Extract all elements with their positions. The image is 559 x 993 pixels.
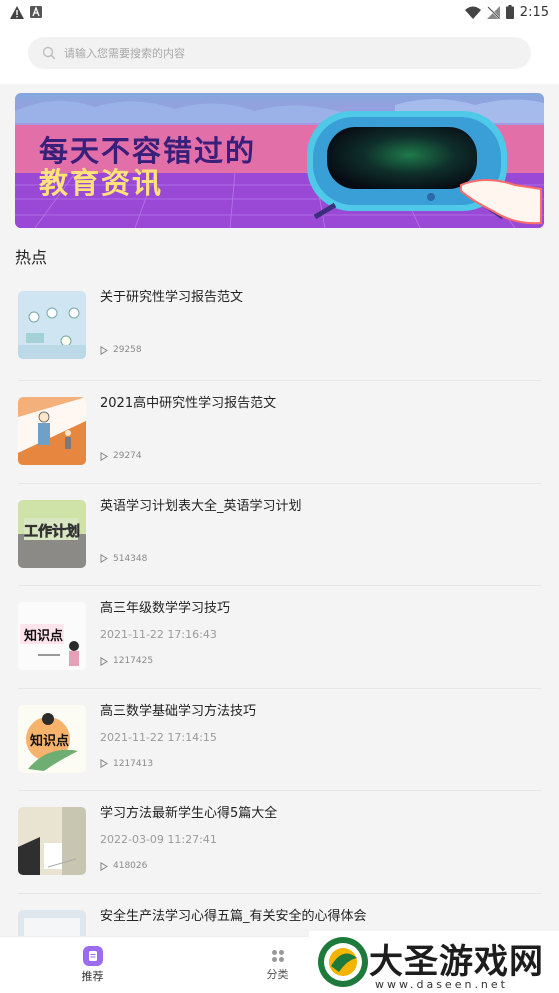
watermark-logo-icon	[317, 936, 369, 988]
article-item[interactable]: 学习方法最新学生心得5篇大全 2022-03-09 11:27:41 41802…	[18, 791, 541, 894]
tab-recommend-label: 推荐	[81, 970, 104, 983]
section-title: 热点	[15, 248, 48, 267]
article-views: 29258	[100, 345, 142, 355]
status-right: 2:15	[464, 4, 549, 20]
article-info: 英语学习计划表大全_英语学习计划 514348	[100, 484, 541, 586]
thumb-text: 知识点	[24, 628, 63, 644]
search-placeholder: 请输入您需要搜索的内容	[64, 47, 185, 60]
article-thumbnail	[18, 397, 86, 465]
recommend-icon	[82, 946, 103, 966]
warning-icon	[10, 5, 24, 19]
clock: 2:15	[519, 4, 549, 20]
article-views: 514348	[100, 554, 147, 564]
play-icon	[100, 656, 108, 666]
tab-category-label: 分类	[266, 968, 289, 981]
article-views: 29274	[100, 451, 142, 461]
article-item[interactable]: 关于研究性学习报告范文 29258	[18, 287, 541, 381]
banner-illustration: 每天不容错过的 教育资讯	[15, 93, 544, 228]
article-thumbnail: 知识点	[18, 602, 86, 670]
article-thumbnail	[18, 291, 86, 359]
battery-icon	[505, 5, 514, 19]
search-icon	[42, 46, 56, 60]
article-title: 高三年级数学学习技巧	[100, 601, 231, 616]
watermark: 大圣游戏网 www.daseen.net	[309, 931, 559, 993]
article-thumbnail	[18, 807, 86, 875]
article-date: 2021-11-22 17:14:15	[100, 730, 217, 744]
article-thumbnail: 知识点	[18, 704, 86, 773]
play-icon	[100, 451, 108, 461]
article-title: 关于研究性学习报告范文	[100, 290, 244, 305]
article-title: 高三数学基础学习方法技巧	[100, 703, 257, 719]
play-icon	[100, 345, 108, 355]
article-info: 学习方法最新学生心得5篇大全 2022-03-09 11:27:41 41802…	[100, 791, 541, 893]
article-thumbnail: 工作计划	[18, 499, 86, 568]
article-info: 高三数学基础学习方法技巧 2021-11-22 17:14:15 1217413	[100, 689, 541, 791]
play-icon	[100, 759, 108, 768]
watermark-url: www.daseen.net	[375, 978, 508, 991]
app-screen: 2:15 请输入您需要搜索的内容 每天不容错过的 教育资讯 热点 关于研究性学习…	[0, 0, 559, 993]
article-views: 1217425	[100, 656, 153, 666]
status-bar: 2:15	[0, 0, 559, 24]
banner-line2: 教育资讯	[39, 166, 163, 200]
article-view-count: 1217425	[113, 656, 154, 666]
article-title: 安全生产法学习心得五篇_有关安全的心得体会	[100, 908, 367, 924]
banner[interactable]: 每天不容错过的 教育资讯	[15, 93, 544, 228]
article-item[interactable]: 知识点 高三数学基础学习方法技巧 2021-11-22 17:14:15 121…	[18, 689, 541, 791]
wifi-icon	[464, 6, 481, 19]
article-info: 关于研究性学习报告范文 29258	[100, 287, 541, 380]
thumb-text: 知识点	[30, 733, 69, 749]
article-views: 418026	[100, 861, 147, 871]
article-view-count: 29258	[113, 345, 142, 355]
article-views: 1217413	[100, 759, 153, 769]
article-title: 学习方法最新学生心得5篇大全	[100, 806, 278, 821]
play-icon	[100, 861, 108, 871]
search-input[interactable]: 请输入您需要搜索的内容	[28, 37, 531, 69]
article-item[interactable]: 2021高中研究性学习报告范文 29274	[18, 381, 541, 484]
article-view-count: 29274	[113, 451, 142, 461]
no-signal-icon	[486, 5, 500, 19]
article-item[interactable]: 知识点 高三年级数学学习技巧 2021-11-22 17:16:43 12174…	[18, 586, 541, 689]
tab-recommend[interactable]: 推荐	[0, 937, 185, 993]
status-left	[10, 5, 42, 19]
article-date: 2022-03-09 11:27:41	[100, 833, 217, 846]
article-view-count: 1217413	[113, 758, 154, 769]
article-item[interactable]: 工作计划 英语学习计划表大全_英语学习计划 514348	[18, 484, 541, 586]
article-info: 高三年级数学学习技巧 2021-11-22 17:16:43 1217425	[100, 586, 541, 688]
banner-line1: 每天不容错过的	[39, 134, 256, 168]
article-title: 2021高中研究性学习报告范文	[100, 396, 277, 411]
a-icon	[30, 6, 42, 18]
article-info: 2021高中研究性学习报告范文 29274	[100, 381, 541, 483]
watermark-text: 大圣游戏网	[369, 942, 544, 982]
thumb-text: 工作计划	[24, 523, 80, 540]
article-view-count: 418026	[113, 861, 148, 871]
search-header: 请输入您需要搜索的内容	[0, 24, 559, 84]
article-date: 2021-11-22 17:16:43	[100, 628, 217, 641]
article-list: 关于研究性学习报告范文 29258 2021高中研究性学习报告范文 29274 …	[15, 287, 544, 993]
article-title: 英语学习计划表大全_英语学习计划	[100, 498, 302, 514]
article-view-count: 514348	[113, 553, 148, 564]
category-icon	[270, 948, 286, 964]
main-content: 每天不容错过的 教育资讯 热点 关于研究性学习报告范文 29258 2021高中…	[0, 84, 559, 993]
play-icon	[100, 554, 108, 563]
